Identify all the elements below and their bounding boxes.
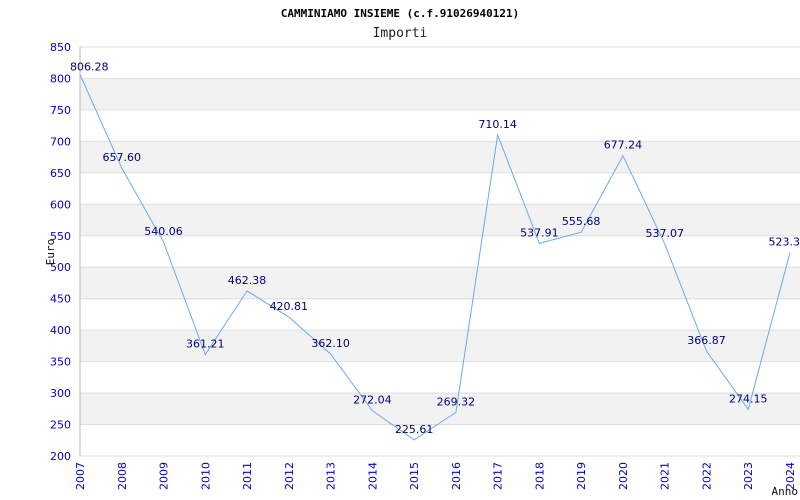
data-label: 806.28 bbox=[70, 61, 109, 74]
x-tick-label: 2014 bbox=[366, 462, 379, 490]
grid-band bbox=[80, 267, 800, 299]
grid-band bbox=[80, 141, 800, 173]
x-tick-label: 2009 bbox=[158, 462, 171, 490]
y-tick-label: 400 bbox=[50, 324, 71, 337]
data-label: 225.61 bbox=[395, 423, 434, 436]
x-tick-label: 2018 bbox=[533, 462, 546, 490]
data-label: 362.10 bbox=[311, 337, 350, 350]
x-tick-label: 2021 bbox=[659, 462, 672, 490]
y-tick-label: 350 bbox=[50, 356, 71, 369]
data-label: 523.3 bbox=[769, 236, 800, 249]
y-tick-label: 450 bbox=[50, 293, 71, 306]
data-label: 677.24 bbox=[604, 139, 643, 152]
x-tick-label: 2020 bbox=[617, 462, 630, 490]
y-tick-label: 600 bbox=[50, 198, 71, 211]
grid-band bbox=[80, 78, 800, 110]
y-axis-label: Euro bbox=[44, 239, 57, 266]
x-tick-label: 2015 bbox=[408, 462, 421, 490]
chart-title: CAMMINIAMO INSIEME (c.f.91026940121) bbox=[281, 7, 519, 20]
data-label: 657.60 bbox=[103, 151, 142, 164]
y-tick-label: 750 bbox=[50, 104, 71, 117]
y-tick-label: 200 bbox=[50, 450, 71, 463]
x-tick-label: 2010 bbox=[199, 462, 212, 490]
chart-subtitle: Importi bbox=[373, 26, 428, 41]
data-label: 537.07 bbox=[645, 227, 684, 240]
y-tick-label: 650 bbox=[50, 167, 71, 180]
y-tick-label: 300 bbox=[50, 387, 71, 400]
x-axis-label: Anno bbox=[772, 485, 799, 498]
data-label: 361.21 bbox=[186, 338, 225, 351]
data-label: 710.14 bbox=[478, 118, 517, 131]
y-tick-label: 700 bbox=[50, 135, 71, 148]
y-tick-label: 250 bbox=[50, 419, 71, 432]
x-tick-label: 2022 bbox=[700, 462, 713, 490]
x-tick-label: 2011 bbox=[241, 462, 254, 490]
data-label: 540.06 bbox=[144, 225, 183, 238]
x-tick-label: 2013 bbox=[325, 462, 338, 490]
y-tick-label: 850 bbox=[50, 41, 71, 54]
data-labels: 806.28 657.60 540.06 361.21 462.38420.81 362.… bbox=[70, 61, 800, 436]
grid-band bbox=[80, 204, 800, 236]
x-tick-label: 2007 bbox=[74, 462, 87, 490]
x-tick-label: 2012 bbox=[283, 462, 296, 490]
data-label: 274.15 bbox=[729, 392, 768, 405]
x-tick-label: 2023 bbox=[742, 462, 755, 490]
x-tick-label: 2016 bbox=[450, 462, 463, 490]
data-label: 537.91 bbox=[520, 226, 559, 239]
x-tick-label: 2008 bbox=[116, 462, 129, 490]
data-label: 555.68 bbox=[562, 215, 601, 228]
line-chart: 2002503003504004505005506006507007508008… bbox=[44, 7, 800, 498]
data-label: 462.38 bbox=[228, 274, 267, 287]
grid-bands bbox=[80, 78, 800, 425]
y-tick-label: 800 bbox=[50, 72, 71, 85]
x-tick-labels: 2007 2008 2009 2010 2011 2012 2013 2014 2015 2016… bbox=[74, 462, 797, 490]
data-label: 272.04 bbox=[353, 394, 392, 407]
x-tick-label: 2019 bbox=[575, 462, 588, 490]
x-tick-label: 2017 bbox=[492, 462, 505, 490]
data-label: 420.81 bbox=[270, 300, 309, 313]
series-line bbox=[79, 74, 791, 441]
data-label: 366.87 bbox=[687, 334, 726, 347]
data-label: 269.32 bbox=[437, 395, 476, 408]
